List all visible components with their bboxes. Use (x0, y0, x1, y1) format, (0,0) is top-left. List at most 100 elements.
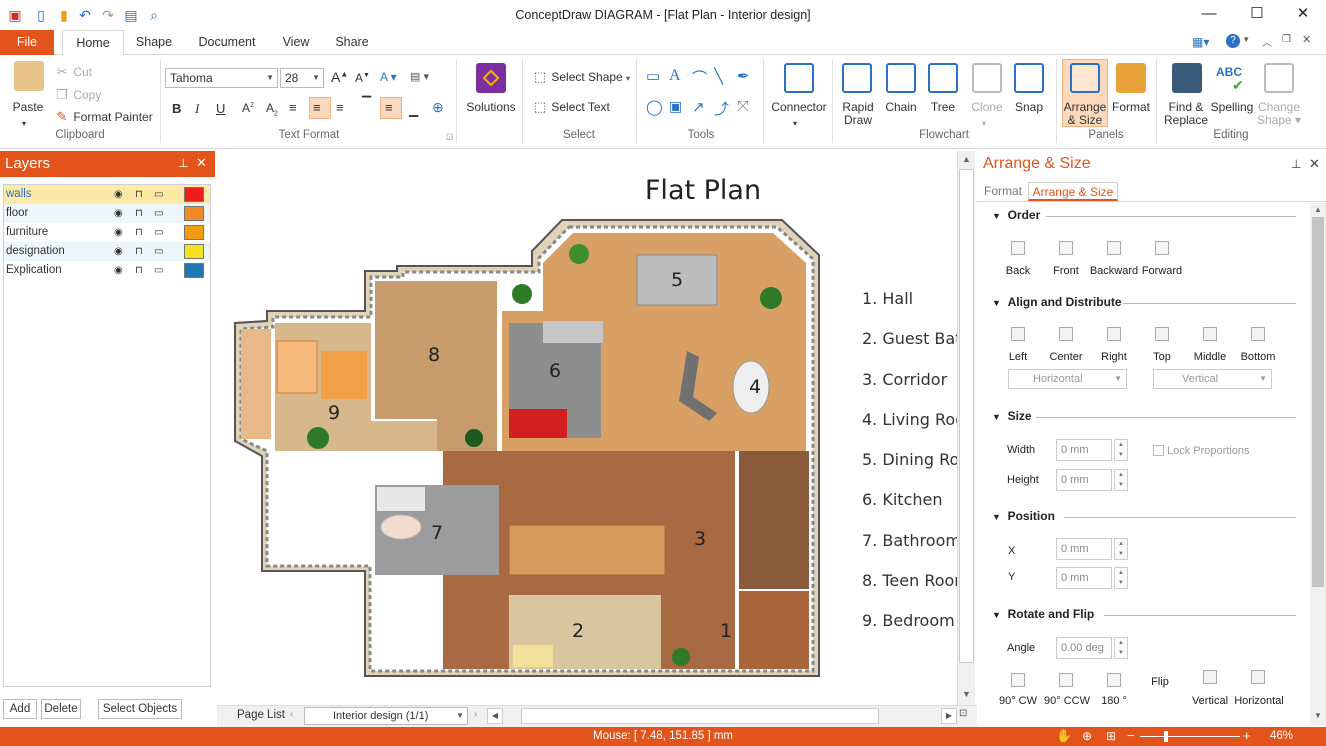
align-right-icon[interactable] (1107, 327, 1121, 341)
back-icon[interactable] (1011, 241, 1025, 255)
back-button[interactable]: Back (998, 265, 1038, 277)
shrink-font-icon[interactable]: A▼ (355, 71, 370, 85)
select-text-button[interactable]: ⬚ Select Text (532, 99, 610, 115)
minimize-button[interactable]: — (1186, 2, 1232, 26)
eye-icon[interactable]: ◉ (114, 242, 123, 261)
solutions-icon[interactable] (476, 63, 506, 93)
tab-document[interactable]: Document (190, 30, 264, 55)
lock-proportions-checkbox[interactable] (1153, 445, 1164, 456)
lock-icon[interactable]: ⊓ (135, 185, 143, 204)
lock-icon[interactable]: ⊓ (135, 204, 143, 223)
help-icon[interactable]: ? (1226, 34, 1240, 48)
close-panel-icon[interactable]: ✕ (1309, 156, 1320, 172)
layer-row[interactable]: designation ◉ ⊓ ▭ (4, 242, 210, 261)
forward-icon[interactable] (1155, 241, 1169, 255)
page-list-button[interactable]: Page List (237, 709, 285, 721)
front-button[interactable]: Front (1046, 265, 1086, 277)
align-right-button[interactable]: Right (1094, 351, 1134, 363)
position-section[interactable]: ▼ Position (992, 509, 1296, 523)
doc-close-icon[interactable]: ✕ (1302, 33, 1311, 46)
superscript-icon[interactable]: A2 (242, 101, 254, 115)
tab-file[interactable]: File (0, 30, 54, 55)
scroll-right-icon[interactable]: ▶ (941, 708, 957, 724)
dialog-launcher-icon[interactable]: ◲ (446, 132, 454, 141)
print-icon[interactable]: ▭ (154, 261, 163, 280)
format-panel-icon[interactable] (1116, 63, 1146, 93)
height-input[interactable]: 0 mm (1056, 469, 1112, 491)
connector-icon[interactable] (784, 63, 814, 93)
select-objects-button[interactable]: Select Objects (98, 699, 182, 719)
underline-icon[interactable]: U (216, 101, 225, 116)
delete-layer-button[interactable]: Delete (41, 699, 81, 719)
copy-button[interactable]: ❐ Copy (54, 87, 101, 103)
panel-scrollbar[interactable]: ▲ ▼ (1310, 203, 1326, 725)
pin-icon[interactable]: ⊥ (178, 156, 188, 170)
flip-horizontal-icon[interactable] (1251, 670, 1265, 684)
lock-icon[interactable]: ⊓ (135, 223, 143, 242)
ellipse-tool-icon[interactable]: ◯ (646, 98, 663, 116)
scroll-left-icon[interactable]: ◀ (487, 708, 503, 724)
scroll-thumb[interactable] (959, 169, 974, 663)
layer-color-swatch[interactable] (184, 187, 204, 202)
tab-view[interactable]: View (276, 30, 316, 55)
binoculars-icon[interactable] (1172, 63, 1202, 93)
size-section[interactable]: ▼ Size (992, 409, 1296, 423)
print-icon[interactable]: ▭ (154, 185, 163, 204)
tree-button[interactable]: Tree (922, 101, 964, 114)
scroll-thumb[interactable] (1312, 217, 1324, 587)
clone-button[interactable]: Clone (966, 101, 1008, 114)
drawing-canvas[interactable]: Flat Plan 1 2 3 4 5 6 7 8 9 1. Hall 2. G… (217, 151, 957, 705)
arc-tool-icon[interactable]: ⤴ (714, 98, 729, 119)
next-page-icon[interactable]: › (474, 709, 477, 720)
grow-font-icon[interactable]: A▲ (331, 69, 348, 85)
bold-icon[interactable]: B (172, 101, 181, 116)
paste-icon[interactable] (14, 61, 44, 91)
backward-icon[interactable] (1107, 241, 1121, 255)
clone-icon[interactable] (972, 63, 1002, 93)
angle-stepper[interactable]: ▲ ▼ (1114, 637, 1128, 659)
angle-input[interactable]: 0.00 deg (1056, 637, 1112, 659)
rapid-draw-button[interactable]: Rapid Draw (836, 101, 880, 127)
find-replace-button[interactable]: Find & Replace (1160, 101, 1212, 127)
connector-dropdown-icon[interactable]: ▾ (793, 117, 797, 130)
layer-row[interactable]: furniture ◉ ⊓ ▭ (4, 223, 210, 242)
collapse-ribbon-icon[interactable]: ︿ (1262, 34, 1272, 49)
close-panel-icon[interactable]: ✕ (196, 155, 207, 171)
x-input[interactable]: 0 mm (1056, 538, 1112, 560)
backward-button[interactable]: Backward (1088, 265, 1140, 277)
text-tool-icon[interactable]: A (669, 67, 681, 85)
horizontal-scroll-thumb[interactable] (521, 708, 879, 724)
print-icon[interactable]: ▭ (154, 204, 163, 223)
zoom-slider-thumb[interactable] (1164, 731, 1168, 742)
zoom-fit-icon[interactable]: ⊕ (1082, 729, 1092, 743)
canvas-vertical-scrollbar[interactable]: ▲ ▼ (957, 151, 975, 705)
rotate-180-icon[interactable] (1107, 673, 1121, 687)
paste-button[interactable]: Paste (8, 101, 48, 114)
eye-icon[interactable]: ◉ (114, 261, 123, 280)
font-size-select[interactable]: 28 ▼ (280, 68, 324, 88)
image-tool-icon[interactable]: ▣ (669, 98, 682, 115)
y-input[interactable]: 0 mm (1056, 567, 1112, 589)
print-icon[interactable]: ▭ (154, 223, 163, 242)
curve-tool-icon[interactable]: ⌒ (692, 67, 707, 88)
x-stepper[interactable]: ▲ ▼ (1114, 538, 1128, 560)
align-center-icon[interactable]: ≡ (313, 100, 321, 115)
rotate-ccw-button[interactable]: 90° CCW (1040, 695, 1094, 707)
chain-icon[interactable] (886, 63, 916, 93)
rotate-section[interactable]: ▼ Rotate and Flip (992, 607, 1296, 621)
rapid-draw-icon[interactable] (842, 63, 872, 93)
valign-top-icon[interactable]: ▔ (362, 96, 371, 110)
zoom-in-icon[interactable]: + (1243, 728, 1251, 743)
help-dropdown-icon[interactable]: ▾ (1244, 34, 1249, 45)
flip-vertical-button[interactable]: Vertical (1186, 695, 1234, 707)
layer-row[interactable]: walls ◉ ⊓ ▭ (4, 185, 210, 204)
change-shape-icon[interactable] (1264, 63, 1294, 93)
snap-button[interactable]: Snap (1008, 101, 1050, 114)
layer-row[interactable]: Explication ◉ ⊓ ▭ (4, 261, 210, 280)
arrow-tool-icon[interactable]: ↗ (692, 98, 705, 116)
select-shape-button[interactable]: ⬚ Select Shape ▾ (532, 69, 630, 85)
tab-shape[interactable]: Shape (130, 30, 178, 55)
tab-share[interactable]: Share (328, 30, 376, 55)
align-middle-button[interactable]: Middle (1188, 351, 1232, 363)
rectangle-tool-icon[interactable]: ▭ (646, 67, 660, 85)
